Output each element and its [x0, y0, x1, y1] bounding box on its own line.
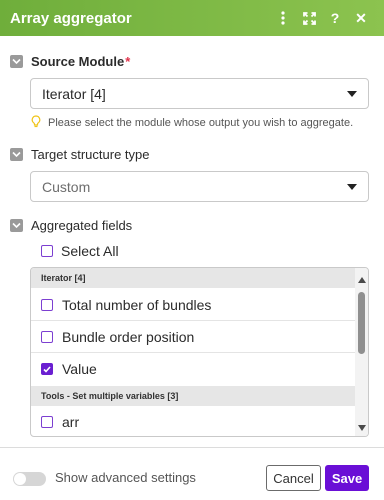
list-scrollbar[interactable]: [355, 268, 368, 436]
select-all-checkbox[interactable]: [41, 245, 53, 257]
toggle-knob: [14, 473, 26, 485]
field-checkbox[interactable]: [41, 330, 53, 343]
field-checkbox[interactable]: [41, 415, 53, 428]
list-item[interactable]: Value: [31, 353, 357, 385]
group-header-tools: Tools - Set multiple variables [3]: [31, 386, 357, 406]
cancel-button[interactable]: Cancel: [266, 465, 321, 491]
field-label: Value: [62, 361, 97, 377]
module-header: Array aggregator ? ✕: [0, 0, 384, 36]
source-module-label: Source Module*: [31, 54, 131, 69]
dialog-footer: Show advanced settings Cancel Save: [0, 447, 384, 500]
advanced-settings-label: Show advanced settings: [55, 470, 196, 485]
check-icon: [43, 365, 51, 373]
list-item[interactable]: Bundle order position: [31, 321, 357, 353]
lightbulb-icon: [31, 115, 41, 131]
save-button[interactable]: Save: [325, 465, 369, 491]
list-item[interactable]: Total number of bundles: [31, 289, 357, 321]
select-all-option[interactable]: Select All: [41, 243, 119, 259]
aggregated-fields-section: Aggregated fields: [10, 218, 132, 233]
field-label: Bundle order position: [62, 328, 195, 345]
scroll-up-icon[interactable]: [358, 277, 366, 283]
target-structure-value: Custom: [42, 178, 91, 195]
field-checkbox[interactable]: [41, 363, 53, 375]
header-actions: ? ✕: [270, 5, 374, 31]
collapse-icon[interactable]: [10, 219, 23, 232]
source-module-hint: Please select the module whose output yo…: [31, 115, 353, 131]
scroll-down-icon[interactable]: [358, 425, 366, 431]
source-module-value: Iterator [4]: [42, 85, 106, 102]
field-label: arr: [62, 413, 80, 430]
select-all-label: Select All: [61, 243, 119, 259]
aggregated-fields-label: Aggregated fields: [31, 218, 133, 233]
target-structure-section: Target structure type: [10, 147, 150, 162]
hint-text: Please select the module whose output yo…: [48, 117, 354, 129]
collapse-icon[interactable]: [10, 148, 23, 161]
chevron-down-icon: [347, 183, 357, 190]
help-icon[interactable]: ?: [322, 5, 348, 31]
field-checkbox[interactable]: [41, 298, 53, 311]
list-item[interactable]: arr: [31, 406, 357, 436]
source-module-section: Source Module*: [10, 54, 130, 69]
target-structure-label: Target structure type: [31, 147, 150, 162]
target-structure-select[interactable]: Custom: [30, 171, 369, 202]
scroll-thumb[interactable]: [358, 292, 365, 354]
expand-icon[interactable]: [296, 5, 322, 31]
module-title: Array aggregator: [10, 9, 132, 27]
collapse-icon[interactable]: [10, 55, 23, 68]
chevron-down-icon: [347, 90, 357, 97]
source-module-select[interactable]: Iterator [4]: [30, 78, 369, 109]
required-asterisk: *: [125, 54, 131, 69]
field-label: Total number of bundles: [62, 296, 212, 313]
group-header-iterator: Iterator [4]: [31, 268, 357, 288]
aggregated-fields-list[interactable]: Iterator [4] Total number of bundles Bun…: [30, 267, 369, 437]
close-icon[interactable]: ✕: [348, 5, 374, 31]
more-vertical-icon[interactable]: [270, 5, 296, 31]
advanced-settings-toggle[interactable]: [13, 472, 46, 486]
